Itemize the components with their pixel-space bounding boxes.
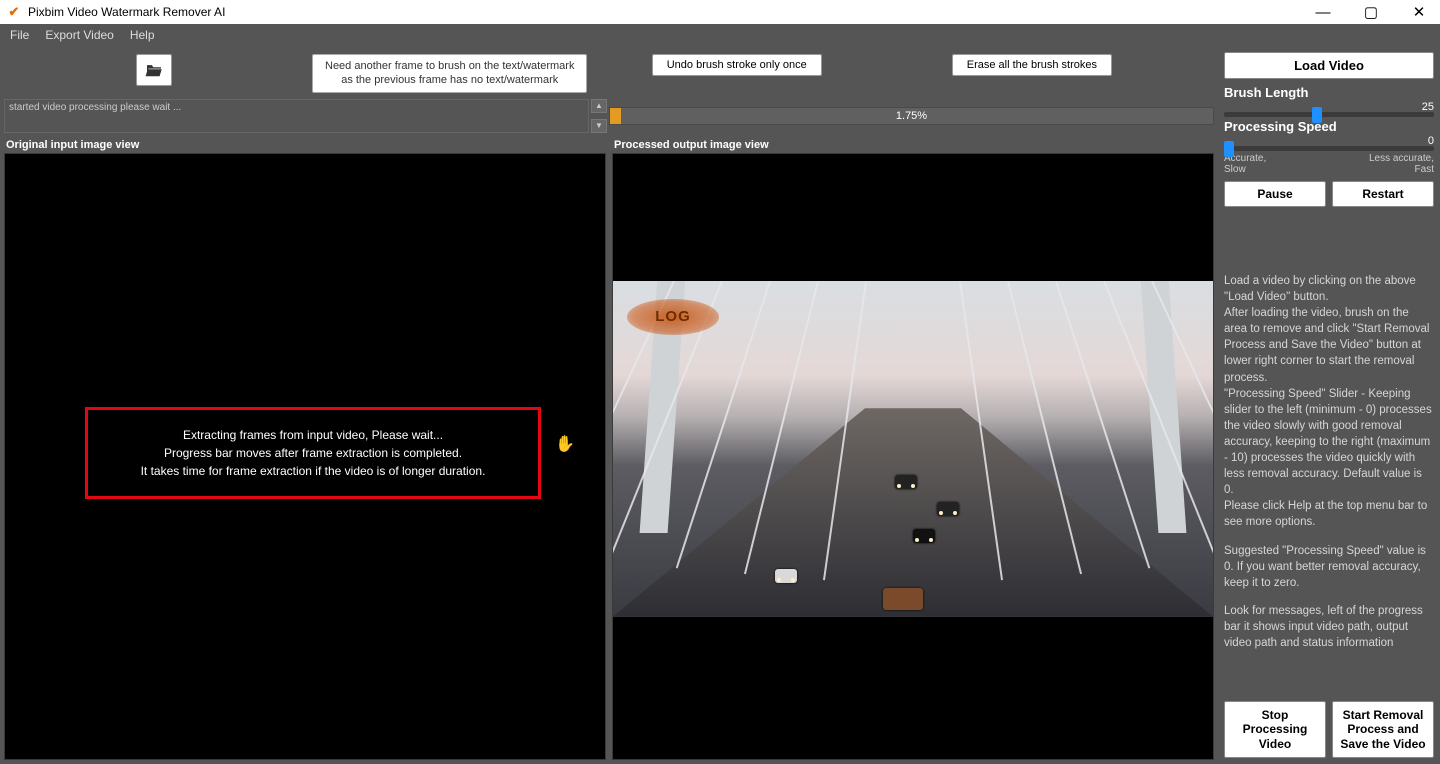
hint-line2: as the previous frame has no text/waterm… xyxy=(325,73,574,87)
toolbar-row: Need another frame to brush on the text/… xyxy=(4,50,1214,99)
status-log: started video processing please wait ... xyxy=(4,99,589,133)
instructions-text: Load a video by clicking on the above "L… xyxy=(1224,273,1434,663)
brush-length-slider[interactable] xyxy=(1224,112,1434,117)
stop-processing-button[interactable]: Stop Processing Video xyxy=(1224,701,1326,758)
open-folder-button[interactable] xyxy=(136,54,172,86)
restart-button[interactable]: Restart xyxy=(1332,181,1434,207)
log-scroll-down[interactable]: ▼ xyxy=(591,119,607,133)
extract-line3: It takes time for frame extraction if th… xyxy=(98,462,528,480)
undo-brush-button[interactable]: Undo brush stroke only once xyxy=(652,54,822,76)
status-line: started video processing please wait ... xyxy=(9,102,584,113)
brush-length-label: Brush Length xyxy=(1224,85,1434,100)
app-logo-icon: ✔ xyxy=(6,4,22,20)
load-video-button[interactable]: Load Video xyxy=(1224,52,1434,79)
processing-speed-label: Processing Speed xyxy=(1224,119,1434,134)
output-view-label: Processed output image view xyxy=(612,137,1214,153)
window-controls: ― ▢ ✕ xyxy=(1308,3,1434,21)
folder-open-icon xyxy=(145,63,163,77)
minimize-button[interactable]: ― xyxy=(1308,4,1338,21)
pause-button[interactable]: Pause xyxy=(1224,181,1326,207)
next-frame-hint[interactable]: Need another frame to brush on the text/… xyxy=(312,54,587,93)
instructions-p1: Load a video by clicking on the above "L… xyxy=(1224,273,1434,531)
erase-all-brush-button[interactable]: Erase all the brush strokes xyxy=(952,54,1112,76)
output-view-canvas[interactable]: LOG xyxy=(612,153,1214,760)
brush-length-thumb[interactable] xyxy=(1312,107,1322,123)
progress-bar: 1.75% xyxy=(609,107,1214,125)
maximize-button[interactable]: ▢ xyxy=(1356,3,1386,21)
output-frame-image: LOG xyxy=(613,281,1213,617)
sidebar: Load Video Brush Length 25 Processing Sp… xyxy=(1218,46,1440,764)
menubar: File Export Video Help xyxy=(0,24,1440,46)
close-button[interactable]: ✕ xyxy=(1404,3,1434,21)
speed-right-label: Less accurate, Fast xyxy=(1369,153,1434,175)
processing-speed-thumb[interactable] xyxy=(1224,141,1234,157)
progress-label: 1.75% xyxy=(610,108,1213,124)
extract-line2: Progress bar moves after frame extractio… xyxy=(98,444,528,462)
hint-line1: Need another frame to brush on the text/… xyxy=(325,59,574,73)
instructions-p2: Suggested "Processing Speed" value is 0.… xyxy=(1224,543,1434,591)
menu-help[interactable]: Help xyxy=(130,28,155,42)
pan-cursor-icon: ✋ xyxy=(555,434,575,454)
extraction-message-box: Extracting frames from input video, Plea… xyxy=(85,407,541,499)
input-view-canvas[interactable]: Extracting frames from input video, Plea… xyxy=(4,153,606,760)
menu-export-video[interactable]: Export Video xyxy=(45,28,114,42)
main-area: Need another frame to brush on the text/… xyxy=(0,46,1218,764)
start-removal-button[interactable]: Start Removal Process and Save the Video xyxy=(1332,701,1434,758)
instructions-p3: Look for messages, left of the progress … xyxy=(1224,603,1434,651)
window-title: Pixbim Video Watermark Remover AI xyxy=(28,5,225,19)
input-view-label: Original input image view xyxy=(4,137,606,153)
log-scroll-up[interactable]: ▲ xyxy=(591,99,607,113)
processing-speed-slider[interactable] xyxy=(1224,146,1434,151)
menu-file[interactable]: File xyxy=(10,28,29,42)
sample-watermark: LOG xyxy=(627,299,719,335)
extract-line1: Extracting frames from input video, Plea… xyxy=(98,426,528,444)
titlebar: ✔ Pixbim Video Watermark Remover AI ― ▢ … xyxy=(0,0,1440,24)
